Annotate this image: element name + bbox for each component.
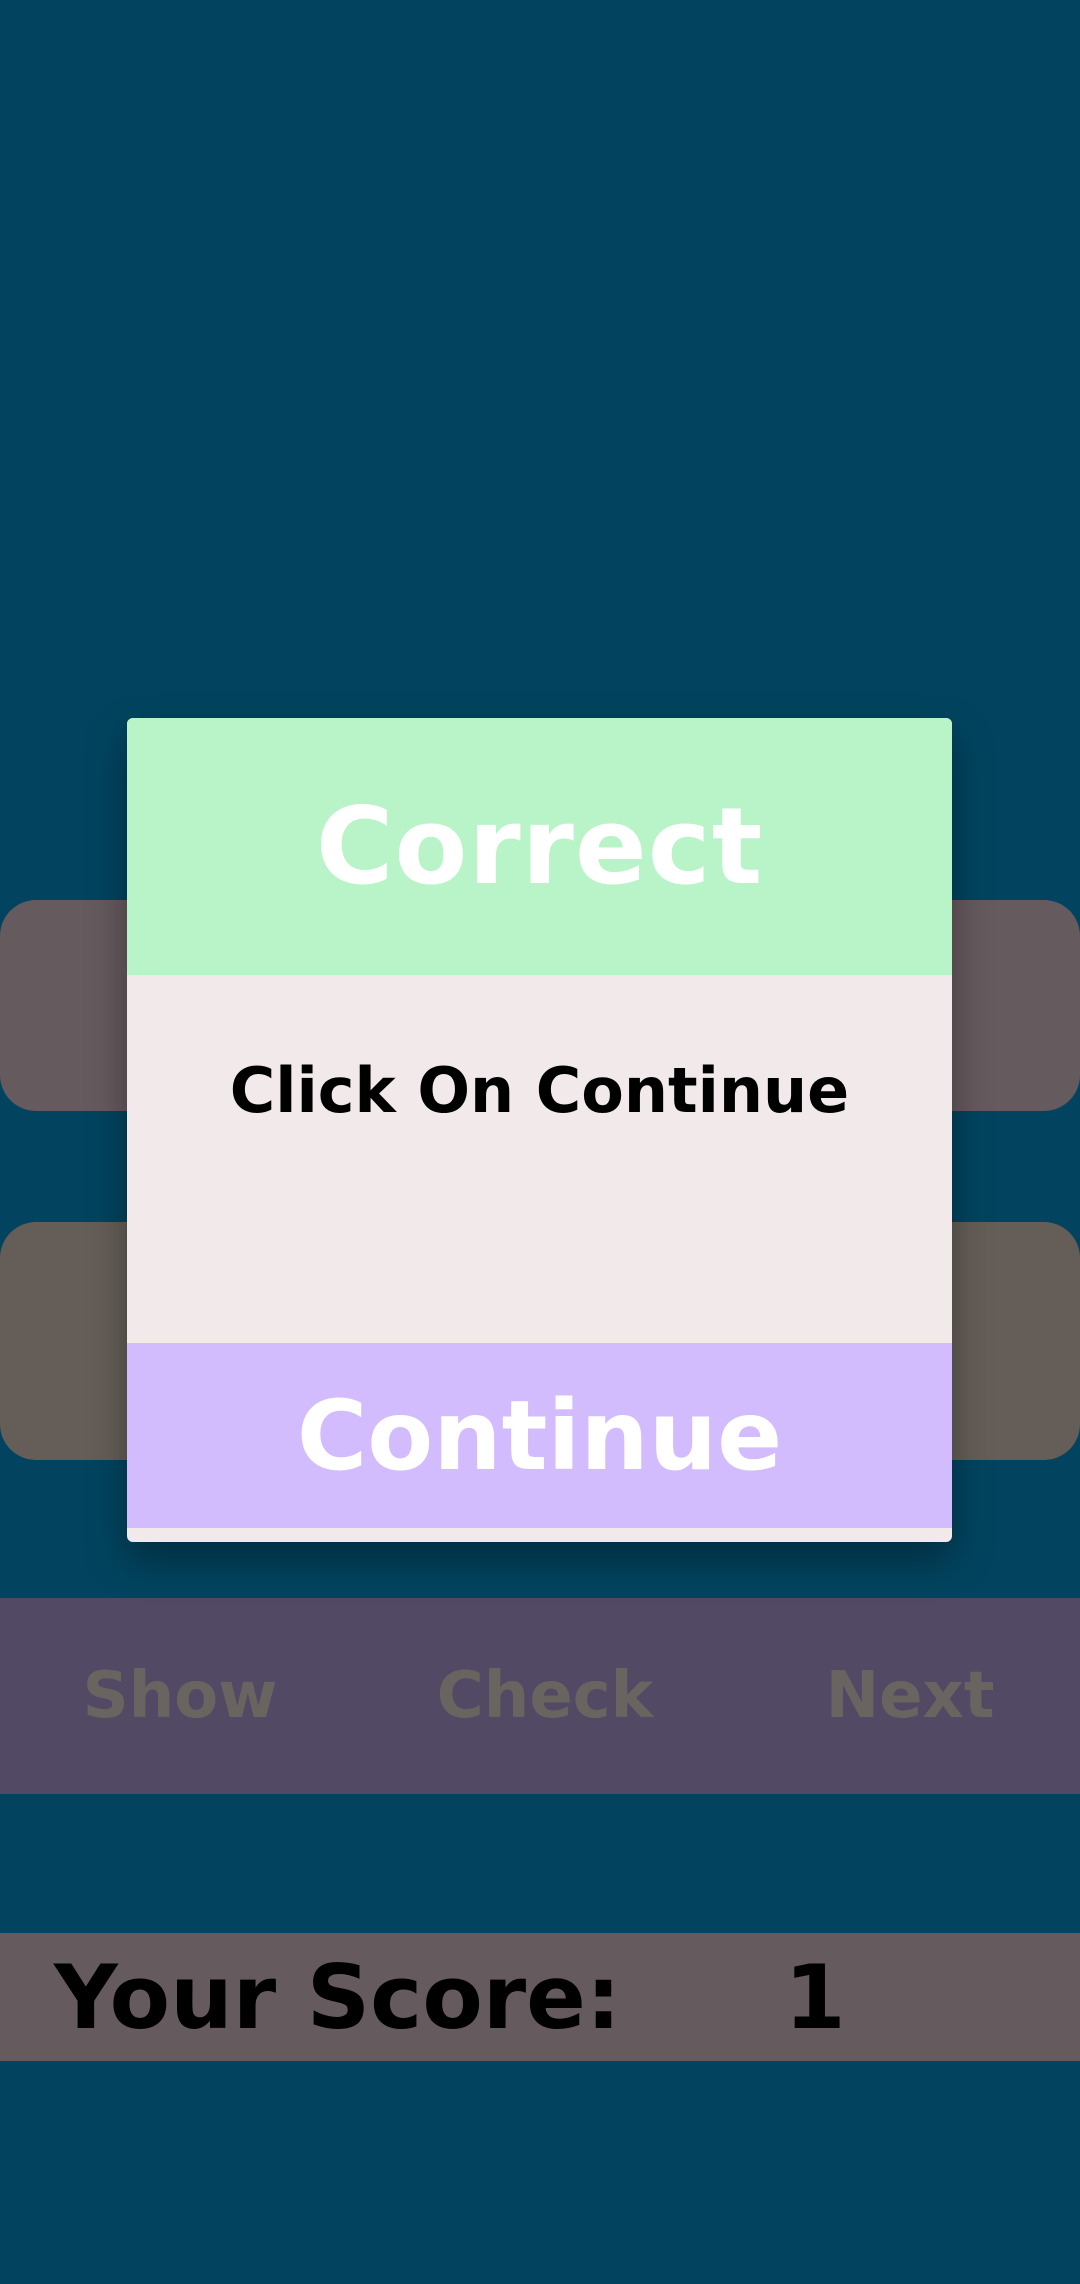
result-dialog: Correct Click On Continue Continue	[127, 718, 952, 1542]
dialog-header: Correct	[127, 718, 952, 975]
check-button[interactable]: Check	[405, 1598, 685, 1794]
score-bar: Your Score: 1	[0, 1933, 1080, 2061]
score-value: 1	[784, 1945, 846, 2049]
action-bar: Show Check Next	[0, 1598, 1080, 1794]
dialog-body: Click On Continue	[127, 975, 952, 1343]
continue-button-label: Continue	[296, 1379, 783, 1492]
continue-button[interactable]: Continue	[127, 1343, 952, 1528]
next-button[interactable]: Next	[770, 1598, 1050, 1794]
dialog-title: Correct	[315, 785, 764, 908]
show-button[interactable]: Show	[40, 1598, 320, 1794]
dialog-message: Click On Continue	[229, 1053, 850, 1127]
score-label: Your Score:	[54, 1945, 622, 2049]
